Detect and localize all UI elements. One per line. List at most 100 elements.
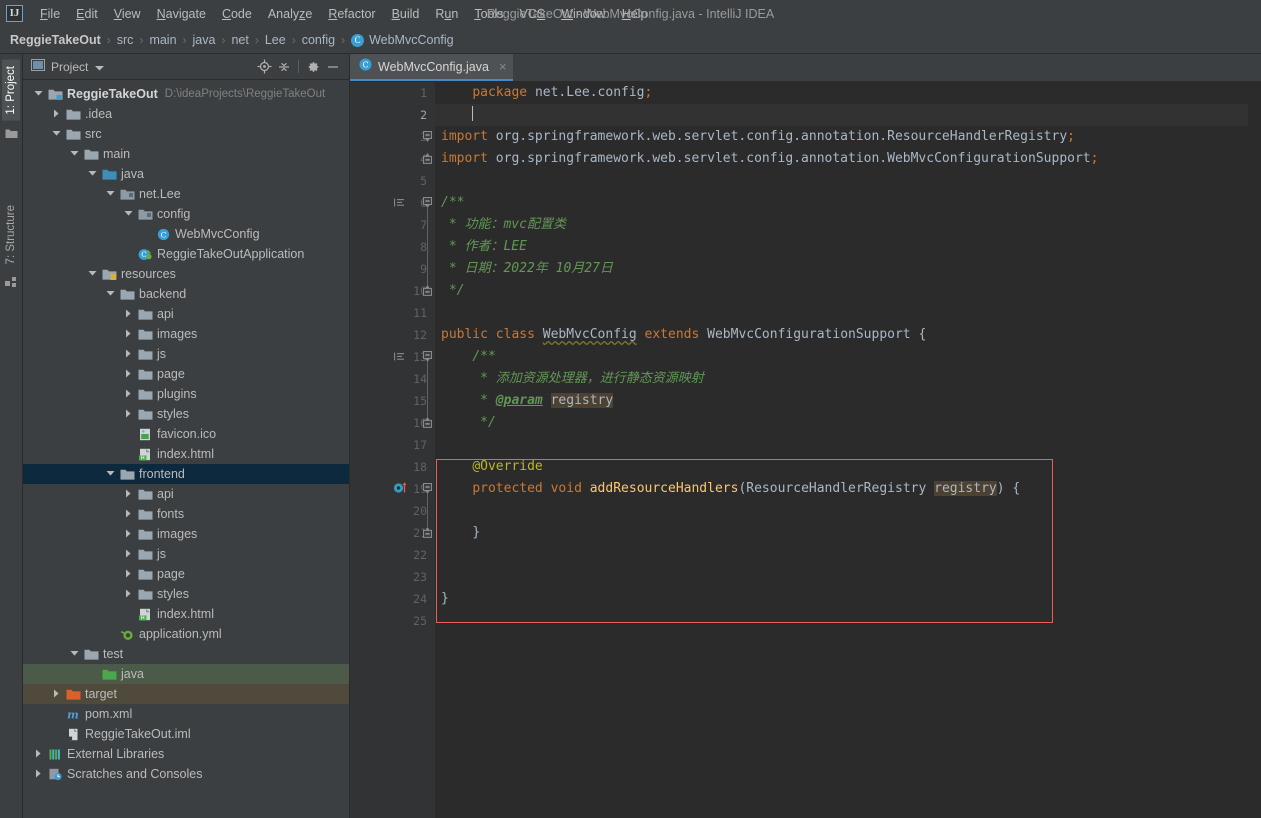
menu-view[interactable]: View: [106, 4, 149, 24]
menu-build[interactable]: Build: [384, 4, 428, 24]
tree-item-api[interactable]: api: [23, 304, 349, 324]
code-line-14[interactable]: * 添加资源处理器，进行静态资源映射: [435, 368, 1248, 390]
menu-refactor[interactable]: Refactor: [320, 4, 383, 24]
breadcrumb[interactable]: ReggieTakeOut › src › main › java › net › Lee › conf…: [0, 27, 1261, 54]
code-line-13[interactable]: /**: [435, 346, 1248, 368]
editor-tab-webmvcconfig[interactable]: C WebMvcConfig.java ×: [350, 54, 513, 81]
doc-comment-icon[interactable]: [394, 196, 405, 210]
code-fold-open-top-icon[interactable]: [423, 131, 432, 145]
chevron-right-icon[interactable]: [119, 389, 137, 400]
code-line-3[interactable]: import org.springframework.web.servlet.c…: [435, 126, 1248, 148]
chevron-right-icon[interactable]: [29, 749, 47, 760]
chevron-right-icon[interactable]: [47, 689, 65, 700]
tree-item-page[interactable]: page: [23, 364, 349, 384]
tree-item-images[interactable]: images: [23, 324, 349, 344]
gutter-line-8[interactable]: 8: [350, 236, 435, 258]
locate-icon[interactable]: [254, 58, 274, 76]
tree-item-favicon-ico[interactable]: favicon.ico: [23, 424, 349, 444]
code-line-16[interactable]: */: [435, 412, 1248, 434]
menu-file[interactable]: File: [32, 4, 68, 24]
project-tree[interactable]: ReggieTakeOut D:\ideaProjects\ReggieTakeO…: [23, 80, 349, 818]
code-line-10[interactable]: */: [435, 280, 1248, 302]
tree-item-application-yml[interactable]: application.yml: [23, 624, 349, 644]
menu-help[interactable]: Help: [614, 4, 656, 24]
collapse-all-icon[interactable]: [274, 58, 294, 76]
code-line-8[interactable]: * 作者：LEE: [435, 236, 1248, 258]
code-line-11[interactable]: [435, 302, 1248, 324]
tree-item-reggietakeout-iml[interactable]: ReggieTakeOut.iml: [23, 724, 349, 744]
code-fold-open-bottom-icon[interactable]: [423, 417, 432, 431]
tree-item-scratches-and-consoles[interactable]: Scratches and Consoles: [23, 764, 349, 784]
tree-item-styles[interactable]: styles: [23, 404, 349, 424]
code-line-20[interactable]: [435, 500, 1248, 522]
code-line-19[interactable]: protected void addResourceHandlers(Resou…: [435, 478, 1248, 500]
gutter-line-14[interactable]: 14: [350, 368, 435, 390]
tree-item-reggietakeout[interactable]: ReggieTakeOut D:\ideaProjects\ReggieTakeO…: [23, 84, 349, 104]
breadcrumb-item-reggietakeout[interactable]: ReggieTakeOut: [10, 33, 101, 47]
tree-item-java[interactable]: java: [23, 664, 349, 684]
code-line-15[interactable]: * @param registry: [435, 390, 1248, 412]
code-line-25[interactable]: [435, 610, 1248, 632]
gutter-line-20[interactable]: 20: [350, 500, 435, 522]
chevron-right-icon[interactable]: [119, 409, 137, 420]
gutter-line-24[interactable]: 24: [350, 588, 435, 610]
tree-item-src[interactable]: src: [23, 124, 349, 144]
gutter-line-5[interactable]: 5: [350, 170, 435, 192]
tree-item-webmvcconfig[interactable]: C WebMvcConfig: [23, 224, 349, 244]
override-method-icon[interactable]: [393, 481, 409, 497]
chevron-right-icon[interactable]: [119, 349, 137, 360]
chevron-right-icon[interactable]: [47, 109, 65, 120]
project-panel-dropdown-icon[interactable]: [95, 58, 105, 76]
tree-item-target[interactable]: target: [23, 684, 349, 704]
breadcrumb-item-net[interactable]: net: [231, 33, 248, 47]
tree-item-resources[interactable]: resources: [23, 264, 349, 284]
chevron-right-icon[interactable]: [119, 589, 137, 600]
menu-code[interactable]: Code: [214, 4, 260, 24]
menu-vcs[interactable]: VCS: [512, 4, 554, 24]
gutter-line-22[interactable]: 22: [350, 544, 435, 566]
gutter-line-1[interactable]: 1: [350, 82, 435, 104]
code-line-24[interactable]: }: [435, 588, 1248, 610]
code-line-12[interactable]: public class WebMvcConfig extends WebMvc…: [435, 324, 1248, 346]
chevron-down-icon[interactable]: [101, 470, 119, 479]
gutter-line-23[interactable]: 23: [350, 566, 435, 588]
chevron-down-icon[interactable]: [101, 190, 119, 199]
code-fold-open-bottom-icon[interactable]: [423, 285, 432, 299]
gutter-line-9[interactable]: 9: [350, 258, 435, 280]
chevron-down-icon[interactable]: [83, 170, 101, 179]
code-line-7[interactable]: * 功能：mvc配置类: [435, 214, 1248, 236]
tree-item--idea[interactable]: .idea: [23, 104, 349, 124]
tree-item-api[interactable]: api: [23, 484, 349, 504]
menu-tools[interactable]: Tools: [466, 4, 511, 24]
tree-item-js[interactable]: js: [23, 544, 349, 564]
chevron-right-icon[interactable]: [119, 489, 137, 500]
chevron-right-icon[interactable]: [119, 549, 137, 560]
breadcrumb-item-java[interactable]: java: [193, 33, 216, 47]
chevron-right-icon[interactable]: [29, 769, 47, 780]
editor-scrollbar[interactable]: [1248, 82, 1261, 818]
gutter-line-18[interactable]: 18: [350, 456, 435, 478]
close-icon[interactable]: ×: [499, 59, 507, 74]
tree-item-index-html[interactable]: Hindex.html: [23, 444, 349, 464]
editor-gutter[interactable]: 1234567891011121314151617181920212223242…: [350, 82, 435, 818]
tool-tab-structure[interactable]: 7: Structure: [2, 199, 20, 270]
chevron-right-icon[interactable]: [119, 529, 137, 540]
code-line-9[interactable]: * 日期：2022年 10月27日: [435, 258, 1248, 280]
tree-item-net-lee[interactable]: net.Lee: [23, 184, 349, 204]
tree-item-index-html[interactable]: Hindex.html: [23, 604, 349, 624]
menu-navigate[interactable]: Navigate: [149, 4, 214, 24]
gutter-line-2[interactable]: 2: [350, 104, 435, 126]
tree-item-test[interactable]: test: [23, 644, 349, 664]
menu-run[interactable]: Run: [427, 4, 466, 24]
chevron-down-icon[interactable]: [29, 90, 47, 99]
hide-panel-icon[interactable]: [323, 58, 343, 76]
chevron-right-icon[interactable]: [119, 309, 137, 320]
gutter-line-12[interactable]: 12: [350, 324, 435, 346]
code-line-17[interactable]: [435, 434, 1248, 456]
tree-item-backend[interactable]: backend: [23, 284, 349, 304]
chevron-down-icon[interactable]: [119, 210, 137, 219]
breadcrumb-leaf[interactable]: WebMvcConfig: [369, 33, 454, 47]
chevron-right-icon[interactable]: [119, 329, 137, 340]
menu-edit[interactable]: Edit: [68, 4, 106, 24]
code-fold-open-bottom-icon[interactable]: [423, 527, 432, 541]
